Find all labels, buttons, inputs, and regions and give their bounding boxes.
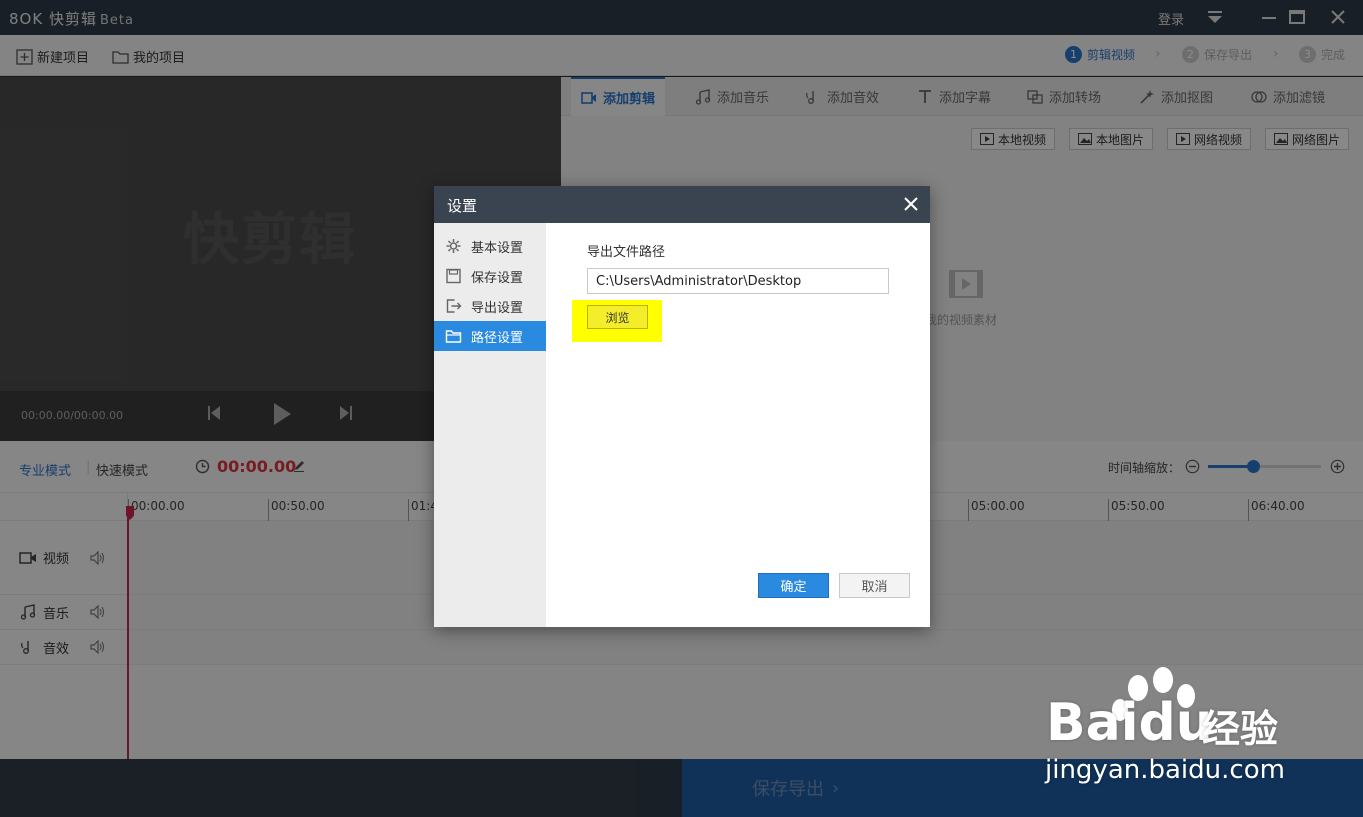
cancel-button[interactable]: 取消 bbox=[839, 573, 910, 598]
close-icon[interactable] bbox=[902, 195, 920, 213]
folder-icon bbox=[445, 330, 462, 343]
settings-sidebar: 基本设置 保存设置 导出设置 路径设置 bbox=[434, 223, 546, 627]
sidebar-item-label: 导出设置 bbox=[471, 300, 524, 316]
gear-icon bbox=[446, 239, 461, 253]
sidebar-item-label: 路径设置 bbox=[471, 330, 524, 346]
export-path-label: 导出文件路径 bbox=[587, 245, 666, 260]
sidebar-item-basic[interactable]: 基本设置 bbox=[434, 231, 546, 261]
ok-button[interactable]: 确定 bbox=[758, 573, 829, 598]
sidebar-item-export[interactable]: 导出设置 bbox=[434, 291, 546, 321]
export-path-input[interactable] bbox=[587, 268, 889, 294]
watermark-url: jingyan.baidu.com bbox=[1045, 755, 1285, 785]
sidebar-item-label: 保存设置 bbox=[471, 270, 524, 286]
export-icon bbox=[446, 299, 462, 313]
watermark-jingyan-text: 经验 bbox=[1202, 707, 1279, 751]
browse-button[interactable]: 浏览 bbox=[587, 305, 648, 329]
settings-content: 导出文件路径 浏览 确定 取消 bbox=[546, 223, 930, 627]
dialog-title: 设置 bbox=[434, 186, 930, 223]
watermark-baidu-text: Baidu bbox=[1046, 693, 1213, 753]
sidebar-item-path[interactable]: 路径设置 bbox=[434, 321, 546, 351]
floppy-disk-icon bbox=[446, 268, 461, 284]
sidebar-item-save[interactable]: 保存设置 bbox=[434, 261, 546, 291]
sidebar-item-label: 基本设置 bbox=[471, 240, 524, 256]
settings-dialog: 设置 基本设置 保存设置 导出设置 路径设置 导出文件路径 浏览 确定 取消 bbox=[434, 186, 930, 627]
